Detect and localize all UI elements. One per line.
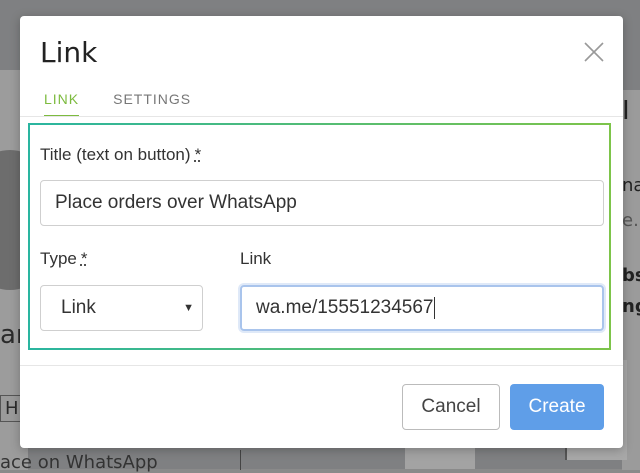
cancel-button[interactable]: Cancel (402, 384, 500, 430)
tab-settings[interactable]: SETTINGS (113, 91, 191, 117)
title-label-text: Title (text on button) (40, 145, 191, 164)
required-marker: * (194, 145, 202, 164)
type-select[interactable]: Link ▼ (40, 285, 203, 331)
background-text: ace on WhatsApp (0, 452, 158, 473)
background-text: na (622, 175, 640, 196)
link-form-panel: Title (text on button) * Place orders ove… (28, 123, 611, 350)
type-label-text: Type (40, 249, 77, 268)
link-dialog: Link LINK SETTINGS Title (text on button… (20, 16, 623, 448)
close-button[interactable] (583, 41, 605, 63)
dialog-title: Link (40, 36, 98, 69)
background-text: bs (622, 265, 640, 286)
required-marker: * (80, 249, 88, 268)
link-input[interactable]: wa.me/15551234567 (240, 285, 604, 331)
title-input-value: Place orders over WhatsApp (55, 192, 297, 213)
background-text: I (622, 96, 630, 126)
tab-link[interactable]: LINK (44, 91, 80, 117)
link-field-label: Link (240, 249, 272, 268)
dialog-tabs: LINK SETTINGS (44, 91, 191, 117)
caret-down-icon: ▼ (183, 302, 194, 314)
title-field-label: Title (text on button) * (40, 145, 201, 165)
close-icon (584, 42, 604, 62)
tabs-divider (20, 116, 623, 117)
background-text: e.u (622, 210, 640, 231)
text-cursor (434, 297, 436, 319)
background-thumbnail (405, 445, 475, 469)
footer-divider (20, 365, 623, 366)
type-field-label: Type * (40, 249, 87, 269)
create-button[interactable]: Create (510, 384, 604, 430)
background-divider (240, 450, 241, 470)
link-input-value: wa.me/15551234567 (256, 297, 434, 318)
title-input[interactable]: Place orders over WhatsApp (40, 180, 604, 226)
background-text: ng (622, 296, 640, 317)
type-select-value: Link (61, 297, 96, 318)
